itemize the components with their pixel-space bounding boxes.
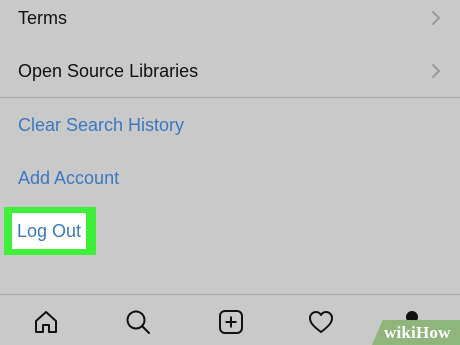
- add-account-row[interactable]: Add Account: [0, 153, 460, 203]
- terms-row[interactable]: Terms: [0, 0, 460, 43]
- search-icon: [126, 310, 150, 334]
- home-icon: [35, 311, 57, 333]
- chevron-right-icon: [432, 11, 441, 25]
- wikihow-watermark: wikiHow: [384, 323, 451, 342]
- section-divider: [0, 97, 460, 98]
- open-source-libraries-row[interactable]: Open Source Libraries: [0, 46, 460, 96]
- tab-add-post[interactable]: [216, 307, 246, 337]
- clear-search-history-label: Clear Search History: [18, 114, 185, 135]
- clear-search-history-row[interactable]: Clear Search History: [0, 100, 460, 150]
- add-account-label: Add Account: [18, 167, 120, 188]
- tab-home[interactable]: [31, 307, 61, 337]
- chevron-right-icon: [432, 64, 441, 78]
- heart-icon: [309, 311, 333, 333]
- add-post-icon: [219, 310, 243, 334]
- tab-search[interactable]: [123, 307, 153, 337]
- logout-button[interactable]: Log Out: [12, 213, 86, 249]
- terms-label: Terms: [18, 7, 67, 28]
- logout-label: Log Out: [16, 220, 82, 241]
- settings-screen: Terms Open Source Libraries Clear Search…: [0, 0, 460, 345]
- tab-activity[interactable]: [306, 307, 336, 337]
- open-source-libraries-label: Open Source Libraries: [18, 60, 199, 81]
